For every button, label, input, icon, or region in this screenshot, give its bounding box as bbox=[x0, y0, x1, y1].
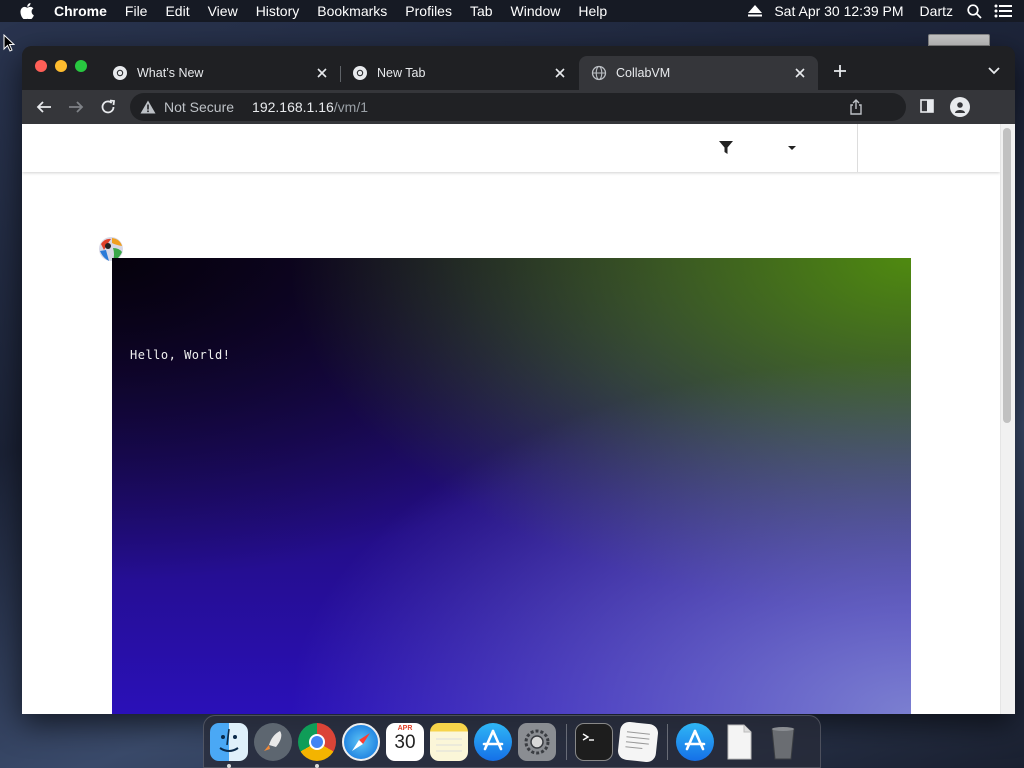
dock-running-indicator bbox=[315, 763, 319, 768]
chrome-favicon-icon bbox=[112, 65, 128, 81]
share-icon[interactable] bbox=[848, 99, 864, 115]
warning-triangle-icon[interactable] bbox=[140, 99, 156, 115]
notification-center-icon[interactable] bbox=[994, 4, 1012, 18]
eject-icon[interactable] bbox=[748, 5, 763, 17]
url-host: 192.168.1.16 bbox=[252, 99, 334, 115]
menu-edit[interactable]: Edit bbox=[165, 3, 189, 19]
dock-finder-icon[interactable] bbox=[210, 722, 248, 768]
menu-view[interactable]: View bbox=[208, 3, 238, 19]
menu-bar-clock[interactable]: Sat Apr 30 12:39 PM bbox=[774, 3, 903, 19]
spotlight-search-icon[interactable] bbox=[967, 3, 982, 19]
window-close-button[interactable] bbox=[35, 60, 47, 72]
dock-applications-folder-icon[interactable] bbox=[676, 722, 714, 761]
dock-trash-icon[interactable] bbox=[764, 723, 802, 761]
menu-window[interactable]: Window bbox=[511, 3, 561, 19]
dropdown-caret-icon[interactable] bbox=[788, 146, 796, 150]
back-arrow-icon[interactable] bbox=[32, 95, 56, 119]
menu-bar: Chrome File Edit View History Bookmarks … bbox=[0, 0, 1024, 22]
apple-menu-icon[interactable] bbox=[20, 3, 36, 19]
tab-search-chevron-down-icon[interactable] bbox=[984, 61, 1004, 81]
navbar-divider bbox=[857, 124, 858, 172]
dock-separator bbox=[667, 723, 668, 760]
calendar-day: 30 bbox=[394, 731, 416, 753]
tab-close-icon[interactable] bbox=[314, 65, 330, 81]
side-panel-icon[interactable] bbox=[920, 99, 936, 115]
menu-app-name[interactable]: Chrome bbox=[54, 3, 107, 19]
dock-safari-icon[interactable] bbox=[342, 722, 380, 761]
tab-title: What’s New bbox=[137, 66, 204, 80]
dock-launchpad-icon[interactable] bbox=[254, 722, 292, 761]
address-bar[interactable]: Not Secure 192.168.1.16/vm/1 bbox=[130, 93, 906, 121]
tab-whats-new[interactable]: What’s New bbox=[100, 56, 340, 90]
menu-help[interactable]: Help bbox=[578, 3, 607, 19]
profile-avatar-icon[interactable] bbox=[950, 97, 970, 117]
window-minimize-button[interactable] bbox=[55, 60, 67, 72]
dock-notes-icon[interactable] bbox=[430, 722, 468, 761]
globe-icon bbox=[591, 65, 607, 81]
mouse-cursor-icon bbox=[3, 33, 16, 57]
dock-terminal-icon[interactable] bbox=[575, 722, 613, 761]
dock-separator bbox=[566, 723, 567, 760]
dock-system-preferences-icon[interactable] bbox=[518, 722, 556, 761]
new-tab-plus-icon[interactable] bbox=[830, 61, 850, 81]
browser-window: What’s New New Tab CollabVM Not Secure 1… bbox=[22, 46, 1015, 714]
menu-bar-user[interactable]: Dartz bbox=[920, 3, 953, 19]
page-viewport: Hello, World! bbox=[22, 124, 1015, 714]
tab-strip: What’s New New Tab CollabVM bbox=[22, 46, 1015, 90]
tab-collabvm[interactable]: CollabVM bbox=[579, 56, 818, 90]
browser-toolbar: Not Secure 192.168.1.16/vm/1 bbox=[22, 90, 1015, 124]
tab-new-tab[interactable]: New Tab bbox=[340, 56, 578, 90]
vm-screen-text: Hello, World! bbox=[130, 348, 231, 362]
tab-title: CollabVM bbox=[616, 66, 671, 80]
tab-close-icon[interactable] bbox=[552, 65, 568, 81]
dock-running-indicator bbox=[227, 763, 231, 768]
menu-bookmarks[interactable]: Bookmarks bbox=[317, 3, 387, 19]
desktop-drive-icon[interactable] bbox=[928, 34, 990, 46]
dock-calendar-icon[interactable]: APR 30 bbox=[386, 722, 424, 761]
reload-icon[interactable] bbox=[96, 95, 120, 119]
menu-history[interactable]: History bbox=[256, 3, 300, 19]
tab-title: New Tab bbox=[377, 66, 426, 80]
chrome-favicon-icon bbox=[352, 65, 368, 81]
url-path: /vm/1 bbox=[333, 99, 369, 115]
filter-icon[interactable] bbox=[719, 141, 733, 155]
dock-document-icon[interactable] bbox=[720, 723, 758, 761]
forward-arrow-icon[interactable] bbox=[64, 95, 88, 119]
menu-file[interactable]: File bbox=[125, 3, 148, 19]
dock-chrome-icon[interactable] bbox=[298, 722, 336, 768]
menu-bar-status-area: Sat Apr 30 12:39 PM Dartz bbox=[748, 0, 1024, 22]
site-navbar bbox=[22, 124, 1000, 172]
security-status-label[interactable]: Not Secure bbox=[164, 99, 234, 115]
calendar-month: APR bbox=[397, 724, 413, 732]
window-zoom-button[interactable] bbox=[75, 60, 87, 72]
menu-profiles[interactable]: Profiles bbox=[405, 3, 452, 19]
tab-close-icon[interactable] bbox=[792, 65, 808, 81]
vm-display-canvas[interactable]: Hello, World! bbox=[112, 258, 911, 714]
dock-app-store-icon[interactable] bbox=[474, 722, 512, 761]
page-scrollbar-thumb[interactable] bbox=[1003, 128, 1011, 423]
dock: APR 30 bbox=[203, 715, 821, 768]
dock-textedit-icon[interactable] bbox=[617, 720, 659, 763]
menu-tab[interactable]: Tab bbox=[470, 3, 493, 19]
